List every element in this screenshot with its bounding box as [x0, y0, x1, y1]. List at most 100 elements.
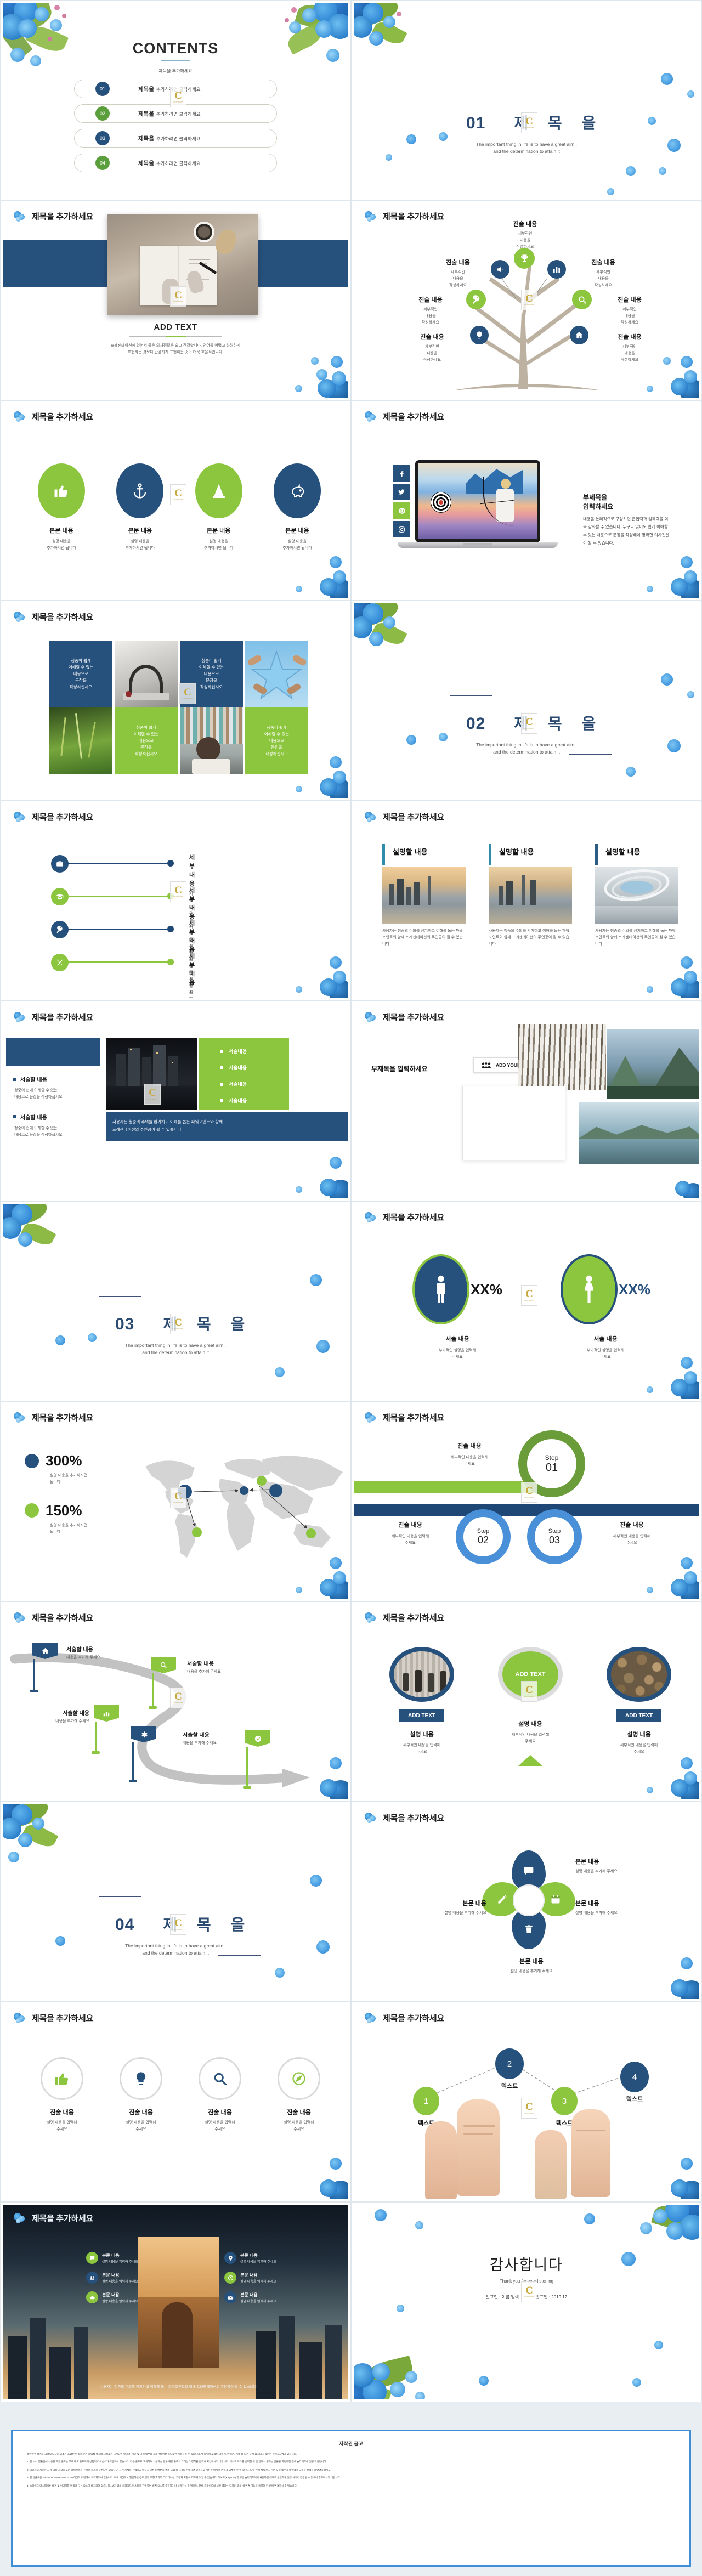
stat-row: 300% [25, 1452, 87, 1469]
slide-city-layout[interactable]: 제목을 추가하세요 서술할 내용 청중이 쉽게 이해할 수 있는 내용으로 문장을… [0, 1001, 351, 1201]
petal-label-bottom: 본문 내용 설명 내용을 추가해 주세요 [510, 1958, 553, 1973]
slide-thanks[interactable]: 감사합니다 Thank you for your listening 발표인 :… [351, 2202, 702, 2402]
photo-card[interactable]: 설명할 내용 사용자는 청중의 주의를 환기하고 이해를 돕는 파워포인트와 함… [382, 844, 466, 948]
slide-world-map[interactable]: 제목을 추가하세요 300% 설명 내용을 추가하시면 됩니다 150% 설명 내… [0, 1401, 351, 1601]
sub-title-line2: 입력하세요 [583, 503, 614, 511]
mosaic-text-cell: 청중이 쉽게 이해할 수 있는 내용으로 문장을 작성하십시오 [245, 707, 308, 774]
slide-section-01[interactable]: 01 제 목 을 The important thing in life is … [351, 0, 702, 200]
circle-icon-card[interactable]: 진술 내용 설명 내용을 입력해 주세요 [262, 2057, 336, 2133]
step-ring-03[interactable]: Step 03 [527, 1509, 582, 1564]
card-title: 본문 내용 [128, 528, 152, 534]
watermark-logo: C CONTENTS [170, 1688, 186, 1708]
cone-icon [195, 463, 242, 518]
slide-tree-diagram[interactable]: 제목을 추가하세요 진술 내용 세부적인 내용을 작성하세요 진술 내용 세부적… [351, 200, 702, 400]
header-title: 제목을 추가하세요 [383, 1213, 444, 1222]
slide-fists-chart[interactable]: 제목을 추가하세요 1 텍스트 2 텍스트 3 텍스트 4 텍스트 C CONT… [351, 2002, 702, 2202]
contents-row[interactable]: 04 제목을 추가하려면 클릭하세요 [74, 154, 277, 172]
slide-city-icons[interactable]: 제목을 추가하세요 본문 내용 설명 내용을 입력해 주세요 본문 내용 설명 … [0, 2202, 351, 2402]
slide-header: 제목을 추가하세요 [365, 1211, 444, 1223]
contents-row[interactable]: 03 제목을 추가하려면 클릭하세요 [74, 129, 277, 148]
circle-card[interactable]: 본문 내용 설명 내용을 추가하시면 됩니다 [110, 463, 170, 552]
flag-chart[interactable] [92, 1705, 119, 1754]
circle-icon-card[interactable]: 진술 내용 설명 내용을 입력해 주세요 [183, 2057, 257, 2133]
row-title: 세부 내용 [189, 887, 195, 920]
flag-search[interactable] [149, 1657, 176, 1709]
slide-roadmap[interactable]: 제목을 추가하세요 서술할 내용 내용을 추가해 주세요 서술할 내용 내용을 … [0, 1601, 351, 1802]
flag-home[interactable] [30, 1643, 58, 1692]
icon-row[interactable]: 본문 내용 설명 내용을 입력해 주세요 [86, 2272, 138, 2284]
node-icon-trophy[interactable] [514, 248, 535, 269]
circle-card[interactable]: 본문 내용 설명 내용을 추가하시면 됩니다 [31, 463, 92, 552]
circle-icon-card[interactable]: 진술 내용 설명 내용을 입력해 주세요 [104, 2057, 178, 2133]
mosaic-image-cell [115, 641, 178, 707]
slide-section-03[interactable]: 03 제 목 을 The important thing in life is … [0, 1201, 351, 1401]
step-ring-02[interactable]: Step 02 [456, 1509, 511, 1564]
slide-mosaic[interactable]: 제목을 추가하세요 청중이 쉽게 이해할 수 있는 내용으로 문장을 작성하십시오 [0, 601, 351, 801]
slide-contents[interactable]: CONTENTS 제목을 추가하세요 01 제목을 추가하려면 클릭하세요 02 … [0, 0, 351, 200]
flower-icon [14, 1612, 27, 1623]
icon-row[interactable]: 본문 내용 설명 내용을 입력해 주세요 [224, 2252, 276, 2264]
slide-section-04[interactable]: 04 제 목 을 The important thing in life is … [0, 1802, 351, 2002]
icon-row[interactable]: 본문 내용 설명 내용을 입력해 주세요 [86, 2291, 138, 2303]
header-title: 제목을 추가하세요 [32, 2014, 93, 2023]
slide-steps[interactable]: 제목을 추가하세요 Step 01 진술 내용 세부적인 내용을 입력해 주세요 … [351, 1401, 702, 1601]
slide-section-02[interactable]: 02 제 목 을 The important thing in life is … [351, 601, 702, 801]
icon-row[interactable]: 본문 내용 설명 내용을 입력해 주세요 [224, 2272, 276, 2284]
node-2[interactable]: 2 [495, 2048, 524, 2079]
slide-laptop[interactable]: 제목을 추가하세요 부제목을 입력하세요 내용을 논리적으로 구성하면 흡입력과… [351, 400, 702, 601]
step-number: 03 [548, 1534, 561, 1545]
copyright-notice-panel[interactable]: 저작권 공고 레이아웃 설계와 그래픽 디자인 요소가 포함된 이 템플릿은 상… [11, 2430, 691, 2567]
node-icon-lightbulb[interactable] [470, 326, 489, 344]
stat-desc: 설명 내용을 추가하시면 됩니다 [50, 1474, 88, 1484]
node-icon-key[interactable] [466, 290, 486, 309]
icon-row[interactable]: 본문 내용 설명 내용을 입력해 주세요 [86, 2252, 138, 2264]
section-number: 01 [466, 114, 486, 132]
oval-card[interactable]: ADD TEXT 설명 내용 세부적인 내용을 입력해 주세요 [486, 1647, 574, 1766]
flower-icon [14, 1412, 27, 1423]
node-4[interactable]: 4 [620, 2062, 649, 2092]
row-title: 세부 내용 [189, 953, 195, 986]
tree-node-label: 진술 내용 세부적인 내용을 작성하세요 [446, 259, 470, 287]
oval-card[interactable]: ADD TEXT 설명 내용 세부적인 내용을 입력해 주세요 [595, 1647, 683, 1766]
oval-card[interactable]: ADD TEXT 설명 내용 세부적인 내용을 입력해 주세요 [378, 1647, 466, 1766]
watermark-logo: C CONTENTS [521, 112, 537, 133]
circle-card[interactable]: 본문 내용 설명 내용을 추가하시면 됩니다 [189, 463, 249, 552]
add-text-badge[interactable]: ADD TEXT [616, 1709, 661, 1722]
slide-header: 제목을 추가하세요 [14, 2012, 93, 2024]
photo-card[interactable]: 설명할 내용 사용자는 청중의 주의를 환기하고 이해를 돕는 파워포인트와 함… [595, 844, 678, 948]
card-title: 본문 내용 [49, 528, 73, 534]
square-bullet-icon [220, 1066, 223, 1069]
content-placeholder-frame[interactable] [462, 1086, 565, 1160]
slide-timeline[interactable]: 제목을 추가하세요 세부 내용 서술 내용을 추가하시면 됩니다 세부 내용 서… [0, 801, 351, 1001]
flag-gear[interactable] [129, 1726, 156, 1782]
slide-title-here[interactable]: 제목을 추가하세요 부제목을 입력하세요 ADD YOUR TITLE HERE [351, 1001, 702, 1201]
header-title: 제목을 추가하세요 [383, 1413, 444, 1423]
slide-four-circles[interactable]: 제목을 추가하세요 본문 내용 설명 내용을 추가하시면 됩니다 본문 내용 설명… [0, 400, 351, 601]
slide-add-text[interactable]: 제목을 추가하세요 ADD TEXT 프레젠테이션에 있어서 좋은 의사전달은 … [0, 200, 351, 400]
circle-icon-card[interactable]: 진술 내용 설명 내용을 입력해 주세요 [25, 2057, 99, 2133]
node-icon-search[interactable] [572, 290, 592, 309]
slide-petal-diagram[interactable]: 제목을 추가하세요 본문 내용 설명 내용을 추가해 주세요 본문 내용 설명 … [351, 1802, 702, 2002]
node-icon-bar-chart[interactable] [547, 260, 566, 279]
facebook-icon[interactable] [393, 465, 410, 482]
node-icon-home[interactable] [570, 326, 588, 344]
slide-gender-stats[interactable]: 제목을 추가하세요 XX% 서술 내용 부가적인 설명을 입력해 주세요 XX%… [351, 1201, 702, 1401]
notice-paragraph: 레이아웃 설계와 그래픽 디자인 요소가 포함된 이 템플릿은 상업적 목적의 … [27, 2453, 297, 2455]
add-text-badge[interactable]: ADD TEXT [399, 1709, 444, 1722]
icon-row[interactable]: 본문 내용 설명 내용을 입력해 주세요 [224, 2291, 276, 2303]
gender-card-female[interactable]: XX% 서술 내용 부가적인 설명을 입력해 주세요 [548, 1254, 663, 1361]
slide-three-photo-cards[interactable]: 제목을 추가하세요 설명할 내용 사용자는 청중의 주의를 환기하고 이해를 돕… [351, 801, 702, 1001]
instagram-icon[interactable] [393, 521, 410, 537]
step-label-01: 진술 내용 세부적인 내용을 입력해 주세요 [450, 1443, 489, 1466]
flag-check[interactable] [243, 1730, 270, 1789]
pinterest-icon[interactable] [393, 502, 410, 519]
photo-card[interactable]: 설명할 내용 사용자는 청중의 주의를 환기하고 이해를 돕는 파워포인트와 함… [489, 844, 572, 948]
slide-oval-cards[interactable]: 제목을 추가하세요 ADD TEXT 설명 내용 세부적인 내용을 입력해 주세요 [351, 1601, 702, 1802]
twitter-icon[interactable] [393, 484, 410, 500]
circle-card[interactable]: 본문 내용 설명 내용을 추가하시면 됩니다 [267, 463, 327, 552]
node-icon-megaphone[interactable] [491, 260, 509, 279]
people-icon [482, 1062, 491, 1068]
slide-circle-icons[interactable]: 제목을 추가하세요 진술 내용 설명 내용을 입력해 주세요 진술 내용 설명 내… [0, 2002, 351, 2202]
gender-card-male[interactable]: XX% 서술 내용 부가적인 설명을 입력해 주세요 [400, 1254, 515, 1361]
location-pin-icon [224, 2252, 236, 2264]
